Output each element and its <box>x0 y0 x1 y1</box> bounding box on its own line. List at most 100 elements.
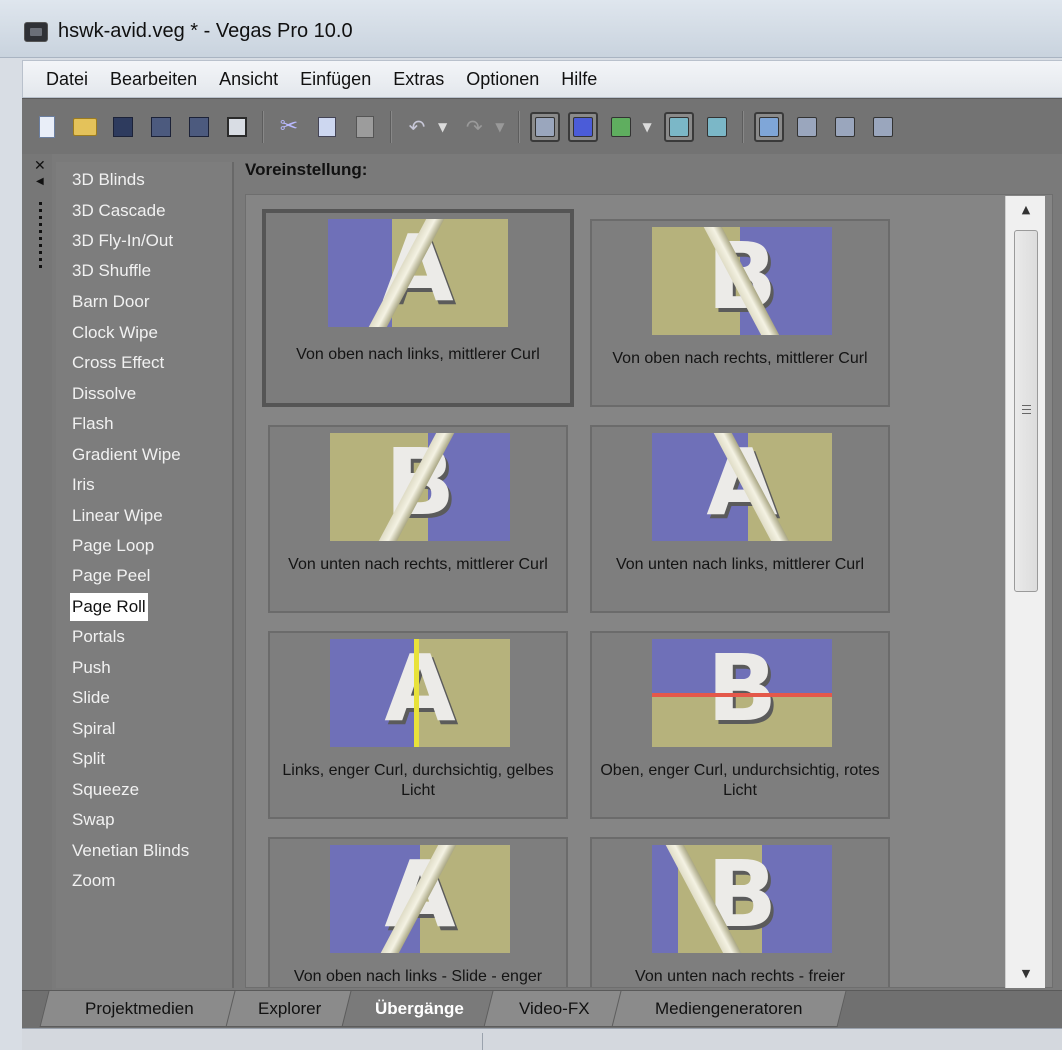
transition-list: 3D Blinds 3D Cascade 3D Fly-In/Out 3D Sh… <box>56 162 234 988</box>
vegas-app-icon[interactable] <box>24 22 48 42</box>
save-as-icon[interactable] <box>146 112 176 142</box>
transitions-panel: 3D Blinds 3D Cascade 3D Fly-In/Out 3D Sh… <box>52 154 1062 990</box>
redo-dropdown-icon[interactable]: ▼ <box>495 120 504 134</box>
preset-card[interactable]: B Von unten nach rechts - freier <box>590 837 890 987</box>
preset-card[interactable]: A Von unten nach links, mittlerer Curl <box>590 425 890 613</box>
preset-thumbnail: B <box>652 845 832 953</box>
preset-heading: Voreinstellung: <box>245 160 368 179</box>
save-icon[interactable] <box>108 112 138 142</box>
scroll-up-icon[interactable]: ▲ <box>1006 196 1046 224</box>
drag-grip-icon[interactable] <box>39 202 42 270</box>
preset-card[interactable]: B Von oben nach rechts, mittlerer Curl <box>590 219 890 407</box>
window-tab-bar: Projektmedien Explorer Übergänge Video-F… <box>22 990 1062 1028</box>
menu-einfuegen[interactable]: Einfügen <box>289 69 382 90</box>
menu-hilfe[interactable]: Hilfe <box>550 69 608 90</box>
list-item[interactable]: Squeeze <box>70 776 141 804</box>
menu-extras[interactable]: Extras <box>382 69 455 90</box>
menu-optionen[interactable]: Optionen <box>455 69 550 90</box>
list-item[interactable]: 3D Blinds <box>70 166 147 194</box>
list-item[interactable]: Portals <box>70 623 127 651</box>
properties-icon[interactable] <box>222 112 252 142</box>
preset-label: Von unten nach rechts - freier <box>635 968 845 985</box>
list-item[interactable]: Spiral <box>70 715 117 743</box>
undo-dropdown-icon[interactable]: ▼ <box>438 120 447 134</box>
list-item-selected[interactable]: Page Roll <box>70 593 148 621</box>
cut-icon[interactable]: ✂ <box>274 112 304 142</box>
list-item[interactable]: Clock Wipe <box>70 319 160 347</box>
list-item[interactable]: Zoom <box>70 867 117 895</box>
new-icon[interactable] <box>32 112 62 142</box>
snapping-icon[interactable] <box>530 111 561 142</box>
preset-thumbnail: B <box>652 639 832 747</box>
main-toolbar: ✂ ↶ ▼ ↷ ▼ ▼ <box>22 98 1062 154</box>
tab-explorer[interactable]: Explorer <box>225 991 355 1027</box>
preset-label: Von unten nach links, mittlerer Curl <box>615 556 865 573</box>
envelope-tool-icon[interactable] <box>792 112 822 142</box>
preset-card[interactable]: A Von oben nach links - Slide - enger <box>268 837 568 987</box>
list-item[interactable]: Venetian Blinds <box>70 837 191 865</box>
menu-bar: Datei Bearbeiten Ansicht Einfügen Extras… <box>22 60 1062 98</box>
preset-card-selected[interactable]: A Von oben nach links, mittlerer Curl <box>262 209 574 407</box>
list-item[interactable]: Slide <box>70 684 112 712</box>
tab-projektmedien[interactable]: Projektmedien <box>39 991 239 1027</box>
menu-datei[interactable]: Datei <box>35 69 99 90</box>
list-item[interactable]: 3D Shuffle <box>70 257 153 285</box>
pin-icon[interactable]: ◀ <box>36 176 44 187</box>
menu-bearbeiten[interactable]: Bearbeiten <box>99 69 208 90</box>
tab-video-fx[interactable]: Video-FX <box>483 991 625 1027</box>
autocrossfade-icon[interactable] <box>702 112 732 142</box>
copy-icon[interactable] <box>312 112 342 142</box>
list-item[interactable]: 3D Cascade <box>70 197 168 225</box>
scroll-thumb[interactable] <box>1014 230 1038 592</box>
paste-icon[interactable] <box>350 112 380 142</box>
toolbar-separator <box>262 110 264 143</box>
scroll-grip-icon <box>1022 405 1031 414</box>
list-item[interactable]: 3D Fly-In/Out <box>70 227 175 255</box>
list-item[interactable]: Barn Door <box>70 288 151 316</box>
list-item[interactable]: Gradient Wipe <box>70 441 183 469</box>
toolbar-separator <box>518 110 521 143</box>
list-item[interactable]: Push <box>70 654 113 682</box>
toolbar-separator <box>390 110 392 143</box>
dock-strip: ✕ ◀ <box>22 154 52 990</box>
list-item[interactable]: Flash <box>70 410 116 438</box>
preset-label: Links, enger Curl, durchsichtig, gelbes … <box>282 762 554 799</box>
list-item[interactable]: Swap <box>70 806 117 834</box>
close-icon[interactable]: ✕ <box>34 158 46 174</box>
open-icon[interactable] <box>70 112 100 142</box>
preset-thumbnail: A <box>330 639 510 747</box>
undo-icon[interactable]: ↶ <box>402 112 432 142</box>
menu-ansicht[interactable]: Ansicht <box>208 69 289 90</box>
list-item[interactable]: Cross Effect <box>70 349 166 377</box>
preset-grid: A Von oben nach links, mittlerer Curl B … <box>245 194 1053 988</box>
list-item[interactable]: Split <box>70 745 107 773</box>
render-icon[interactable] <box>184 112 214 142</box>
preset-card[interactable]: B Von unten nach rechts, mittlerer Curl <box>268 425 568 613</box>
status-bar <box>22 1028 1062 1050</box>
preset-thumbnail: A <box>328 219 508 327</box>
lock-envelopes-icon[interactable] <box>606 112 636 142</box>
auto-ripple-icon[interactable] <box>568 111 599 142</box>
tab-uebergaenge[interactable]: Übergänge <box>341 991 497 1027</box>
list-item[interactable]: Dissolve <box>70 380 138 408</box>
scroll-down-icon[interactable]: ▼ <box>1006 960 1046 988</box>
list-item[interactable]: Page Peel <box>70 562 152 590</box>
window-title: hswk-avid.veg * - Vegas Pro 10.0 <box>58 20 353 42</box>
preset-scrollbar[interactable]: ▲ ▼ <box>1005 196 1045 988</box>
preset-thumbnail: B <box>330 433 510 541</box>
tab-mediengeneratoren[interactable]: Mediengeneratoren <box>611 991 847 1027</box>
list-item[interactable]: Page Loop <box>70 532 156 560</box>
selection-tool-icon[interactable] <box>830 112 860 142</box>
preset-label: Von unten nach rechts, mittlerer Curl <box>288 556 548 573</box>
redo-icon[interactable]: ↷ <box>459 112 489 142</box>
zoom-tool-icon[interactable] <box>868 112 898 142</box>
lock-dropdown-icon[interactable]: ▼ <box>642 120 651 134</box>
normal-edit-tool-icon[interactable] <box>753 111 784 142</box>
list-item[interactable]: Iris <box>70 471 97 499</box>
list-item[interactable]: Linear Wipe <box>70 502 165 530</box>
preset-card[interactable]: B Oben, enger Curl, undurchsichtig, rote… <box>590 631 890 819</box>
window-title-bar: hswk-avid.veg * - Vegas Pro 10.0 <box>0 0 1062 58</box>
ignore-grouping-icon[interactable] <box>663 111 694 142</box>
preset-card[interactable]: A Links, enger Curl, durchsichtig, gelbe… <box>268 631 568 819</box>
preset-label: Von oben nach links, mittlerer Curl <box>296 346 540 363</box>
